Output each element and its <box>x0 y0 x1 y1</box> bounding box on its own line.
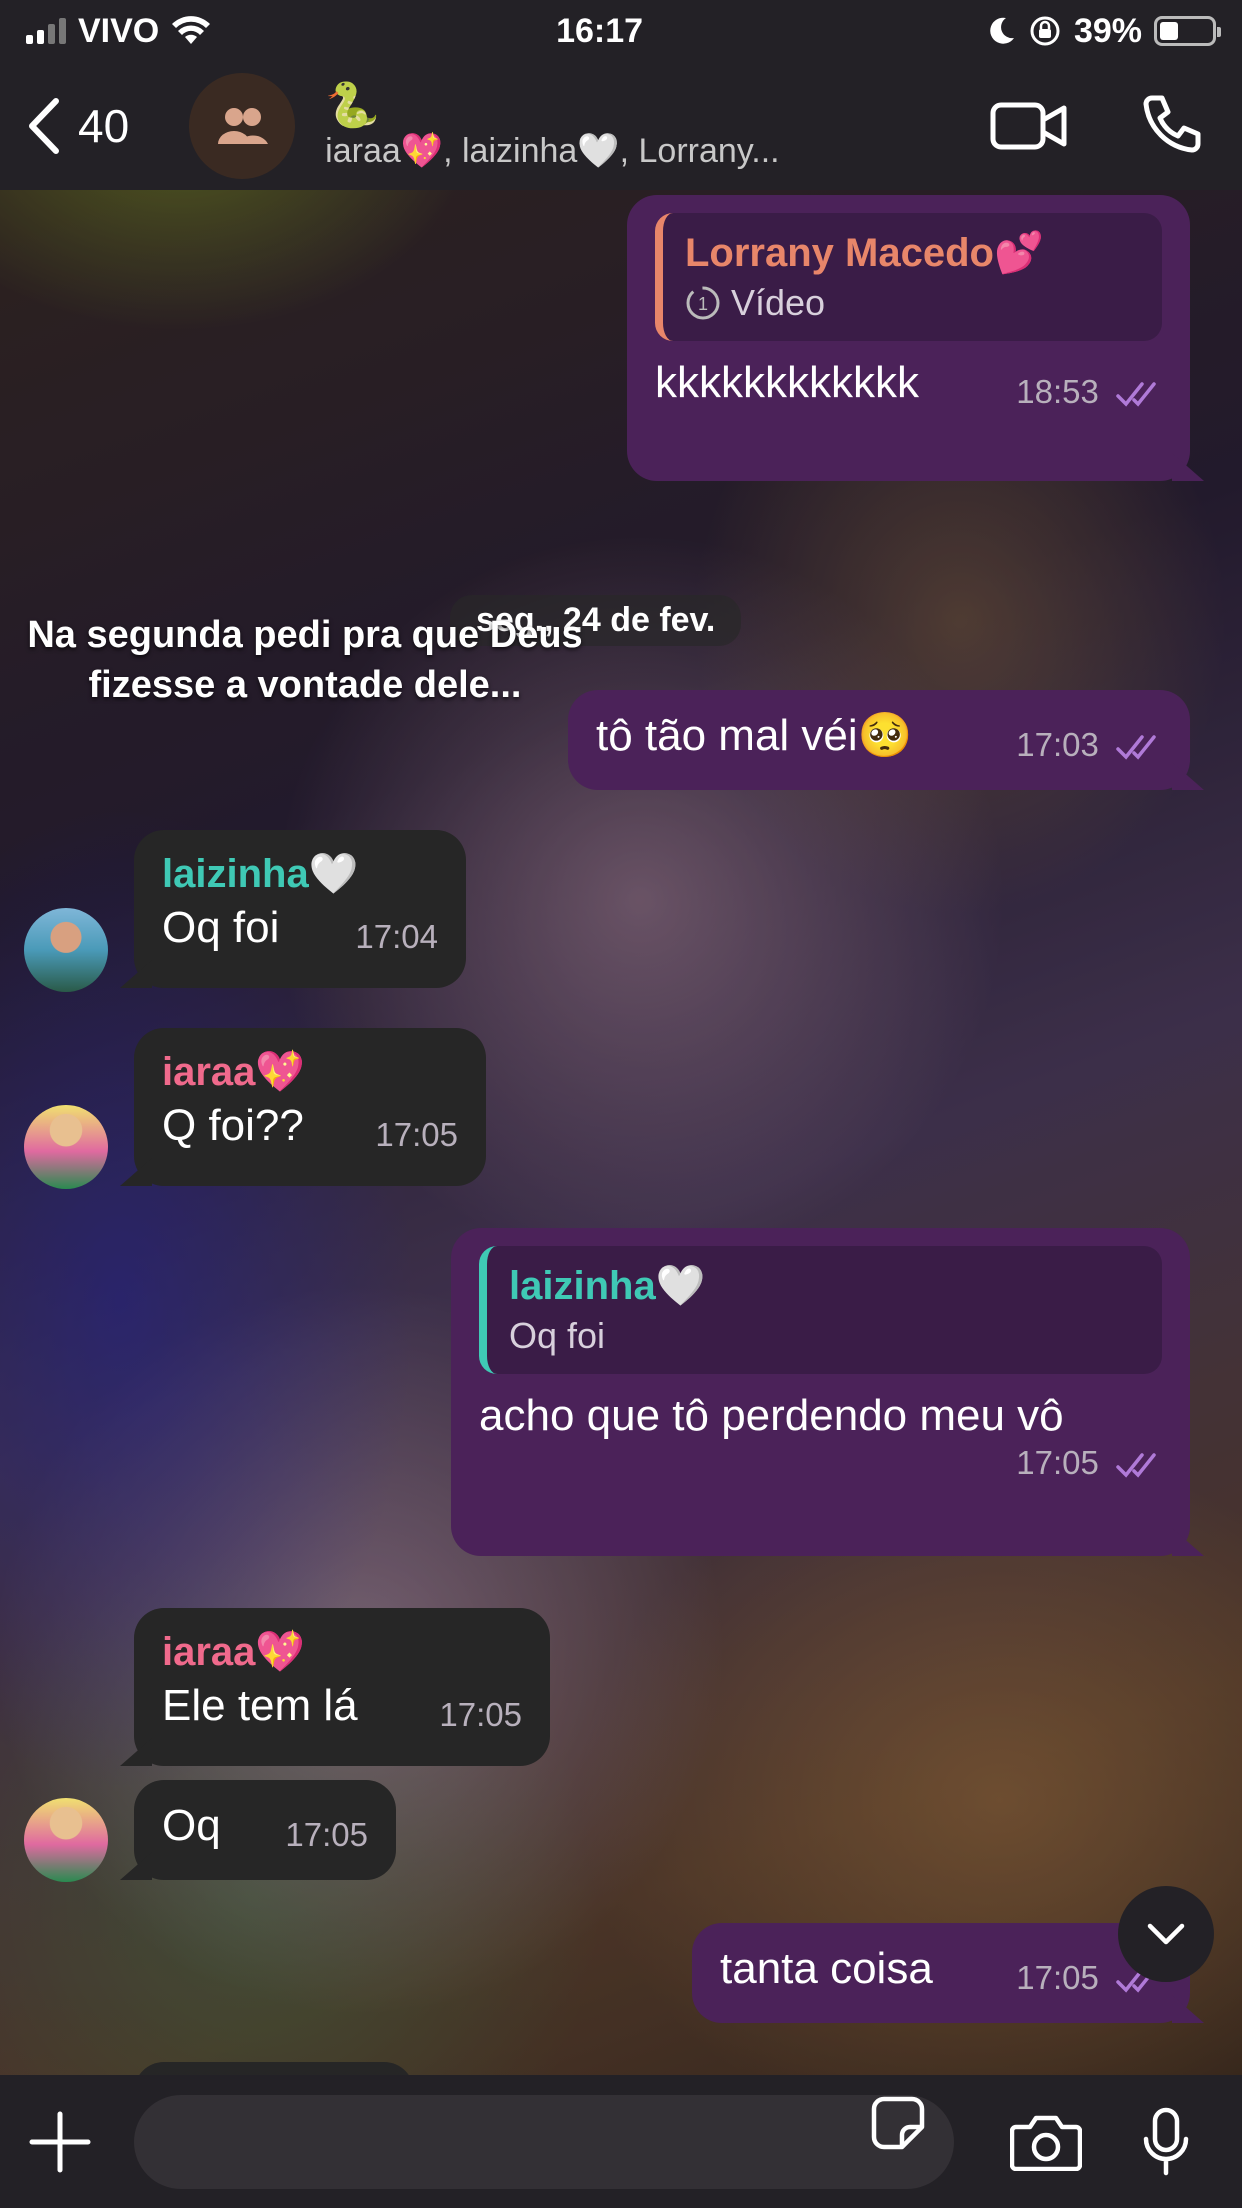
video-call-icon[interactable] <box>990 100 1068 152</box>
message-time: 17:05 <box>1016 1959 1099 1996</box>
moon-icon <box>990 17 1014 44</box>
scroll-to-bottom-button[interactable] <box>1118 1886 1214 1982</box>
message-bubble-outgoing[interactable]: laizinha🤍 Oq foi acho que tô perdendo me… <box>451 1228 1190 1556</box>
message-text: Oq <box>162 1801 221 1850</box>
group-name: 🐍 <box>325 81 380 130</box>
microphone-icon[interactable] <box>1142 2107 1190 2177</box>
avatar-iaraa[interactable] <box>24 1798 108 1882</box>
read-ticks-icon <box>1116 1453 1156 1478</box>
reply-sender: Lorrany Macedo💕 <box>685 231 1044 275</box>
message-bubble-outgoing[interactable]: tô tão mal véi🥺 17:03 <box>568 690 1190 790</box>
message-bubble-outgoing[interactable]: tanta coisa 17:05 <box>692 1923 1190 2023</box>
unread-count: 40 <box>78 100 130 152</box>
message-text: Oq foi <box>162 903 280 952</box>
video-once-icon: 1 <box>686 286 720 320</box>
sender-name: iaraa💖 <box>162 1050 306 1094</box>
attach-plus-icon[interactable] <box>28 2110 92 2174</box>
reply-sender: laizinha🤍 <box>509 1264 706 1308</box>
group-people-icon <box>218 108 269 144</box>
message-bubble-outgoing[interactable]: Lorrany Macedo💕 1 Vídeo kkkkkkkkkkkk 18:… <box>627 195 1190 481</box>
reply-text: Oq foi <box>509 1315 606 1356</box>
quoted-reply[interactable]: Lorrany Macedo💕 1 Vídeo <box>655 213 1162 341</box>
svg-text:1: 1 <box>698 294 708 314</box>
message-time: 17:05 <box>375 1116 458 1153</box>
quoted-reply[interactable]: laizinha🤍 Oq foi <box>479 1246 1162 1374</box>
reply-text: Vídeo <box>731 282 826 323</box>
message-text: tô tão mal véi🥺 <box>596 711 913 760</box>
chevron-down-icon <box>1147 1923 1185 1945</box>
reply-preview: 1 Vídeo <box>685 279 1140 327</box>
avatar-iaraa[interactable] <box>24 1105 108 1189</box>
message-time: 17:05 <box>1016 1444 1099 1481</box>
message-text: tanta coisa <box>720 1944 933 1993</box>
group-avatar[interactable] <box>189 73 296 179</box>
read-ticks-icon <box>1116 735 1156 760</box>
status-bar: VIVO 16:17 39% <box>0 0 1242 62</box>
message-text: Ele tem lá <box>162 1681 358 1730</box>
message-time: 17:04 <box>355 918 438 955</box>
composer-bar <box>0 2075 1242 2208</box>
sticker-icon[interactable] <box>870 2095 926 2151</box>
message-list[interactable]: Lorrany Macedo💕 1 Vídeo kkkkkkkkkkkk 18:… <box>0 190 1242 2075</box>
group-info[interactable]: 🐍 iaraa💖, laizinha🤍, Lorrany... <box>325 81 865 171</box>
message-bubble-incoming[interactable]: laizinha🤍 Oq foi 17:04 <box>134 830 466 988</box>
group-members: iaraa💖, laizinha🤍, Lorrany... <box>325 132 780 170</box>
message-meta: 17:05 <box>1016 1444 1162 1481</box>
read-ticks-icon <box>1116 382 1156 407</box>
message-meta: 18:53 <box>1016 373 1162 411</box>
rotation-lock-icon <box>1030 16 1060 46</box>
battery-icon <box>1154 16 1221 46</box>
back-button[interactable]: 40 <box>26 97 129 155</box>
message-meta: 17:03 <box>1016 726 1162 764</box>
battery-percent: 39% <box>1073 11 1142 50</box>
carrier-name: VIVO <box>78 11 160 50</box>
message-time: 17:05 <box>285 1816 368 1853</box>
message-bubble-incoming[interactable]: Oq 17:05 <box>134 1780 396 1880</box>
message-bubble-incoming[interactable]: iaraa💖 Q foi?? 17:05 <box>134 1028 486 1186</box>
cellular-signal-icon <box>26 18 66 44</box>
message-time: 17:03 <box>1016 726 1099 763</box>
message-bubble-incoming-partial[interactable] <box>134 2062 414 2075</box>
message-text: acho que tô perdendo meu vô <box>479 1391 1064 1440</box>
sender-name: iaraa💖 <box>162 1630 306 1674</box>
wifi-icon <box>172 16 211 44</box>
avatar-laizinha[interactable] <box>24 908 108 992</box>
clock: 16:17 <box>556 11 644 50</box>
message-time: 17:05 <box>439 1696 522 1733</box>
message-bubble-incoming[interactable]: iaraa💖 Ele tem lá 17:05 <box>134 1608 550 1766</box>
video-caption-overlay: Na segunda pedi pra que Deus fizesse a v… <box>27 614 583 706</box>
message-input[interactable] <box>134 2094 954 2189</box>
camera-icon[interactable] <box>1010 2113 1082 2171</box>
chat-header: 40 🐍 iaraa💖, laizinha🤍, Lorrany... <box>0 62 1242 190</box>
phone-call-icon[interactable] <box>1138 94 1202 158</box>
message-text: Q foi?? <box>162 1101 304 1150</box>
message-time: 18:53 <box>1016 373 1099 410</box>
sender-name: laizinha🤍 <box>162 852 359 896</box>
chevron-left-icon <box>29 98 59 154</box>
message-text: kkkkkkkkkkkk <box>655 358 919 407</box>
